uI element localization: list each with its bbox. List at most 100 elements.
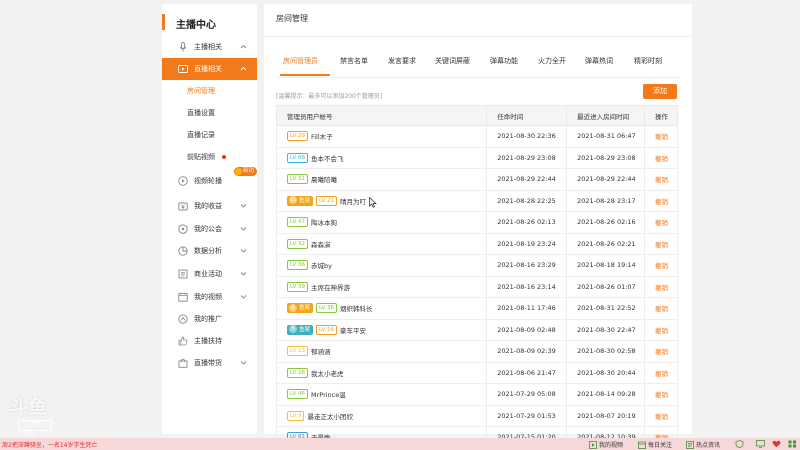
news-ticker[interactable]: 周2把深蹲骑坐，一名14岁学生死亡 bbox=[2, 440, 97, 449]
appointed-time: 2021-08-29 22:44 bbox=[486, 168, 568, 191]
table-row: LV 36 赤城by 2021-08-16 23:29 2021-08-18 19:1… bbox=[275, 254, 678, 277]
account-cell: 9 鱼尾 LV 36 烟织韩科长 bbox=[275, 297, 488, 320]
sidebar-item-label: 商业活动 bbox=[194, 270, 222, 278]
operation-cell: 撤销 bbox=[644, 254, 678, 277]
sidebar-title: 主播中心 bbox=[176, 20, 216, 31]
username: 森森演 bbox=[310, 240, 331, 249]
chevron-down-icon bbox=[240, 204, 247, 208]
hot-news-link[interactable]: 热点资讯 bbox=[686, 440, 720, 449]
grid-icon[interactable] bbox=[788, 440, 797, 448]
sidebar-item-anchor[interactable]: 主播相关 bbox=[162, 36, 257, 58]
account-cell: 11 鱼尾 LV 21 晴月为叮 bbox=[275, 189, 488, 212]
link-label: 每日关注 bbox=[648, 442, 673, 449]
last-enter-time: 2021-08-26 02:16 bbox=[566, 211, 646, 234]
table-row: LV 39 主席在神界游 2021-08-16 23:14 2021-08-26 01… bbox=[275, 275, 678, 298]
tab-speak-requirements[interactable]: 发言要求 bbox=[388, 56, 416, 76]
table-row: LV 32 森森演 2021-08-19 23:24 2021-08-26 02:21… bbox=[275, 232, 678, 255]
operation-cell: 撤销 bbox=[644, 168, 678, 191]
username: 鱼本不会飞 bbox=[310, 154, 344, 163]
level-badge: LV 9 bbox=[287, 410, 305, 421]
appointed-time: 2021-08-29 23:08 bbox=[486, 146, 568, 169]
tab-hot-words[interactable]: 弹幕热词 bbox=[585, 56, 613, 76]
revoke-link[interactable]: 撤销 bbox=[655, 198, 668, 206]
sidebar-sub-live-records[interactable]: 直播记录 bbox=[162, 124, 257, 146]
play-icon bbox=[589, 440, 597, 449]
sidebar-item-promotion[interactable]: 我的推广 bbox=[162, 308, 257, 330]
watermark-room-id: 17250 bbox=[18, 431, 38, 438]
table-row: 9 鱼尾 LV 36 烟织韩科长 2021-08-11 17:46 2021-08-31 … bbox=[275, 297, 678, 320]
sidebar-sub-live-settings[interactable]: 直播设置 bbox=[162, 102, 257, 124]
heart-icon[interactable] bbox=[772, 440, 781, 448]
sidebar-item-live-commerce[interactable]: 直播带货 bbox=[162, 352, 257, 374]
revoke-link[interactable]: 撤销 bbox=[655, 262, 668, 270]
tab-danmaku-function[interactable]: 弹幕功能 bbox=[490, 56, 518, 76]
sidebar-item-support[interactable]: 主播扶持 bbox=[162, 330, 257, 352]
shield-icon[interactable] bbox=[735, 440, 744, 448]
monitor-icon[interactable] bbox=[756, 440, 765, 448]
username: 赤城by bbox=[310, 262, 332, 271]
sidebar-item-guild[interactable]: 我的公会 bbox=[162, 218, 257, 240]
account-cell: LV 9 暴走正太小团欣 bbox=[275, 404, 488, 427]
carousel-icon bbox=[177, 176, 188, 187]
revoke-link[interactable]: 撤销 bbox=[655, 284, 668, 292]
sidebar-item-label: 我的公会 bbox=[194, 225, 222, 233]
tab-keyword-block[interactable]: 关键词屏蔽 bbox=[435, 56, 470, 76]
operation-cell: 撤销 bbox=[644, 383, 678, 406]
tab-full-fire[interactable]: 火力全开 bbox=[538, 56, 566, 76]
revoke-link[interactable]: 撤销 bbox=[655, 391, 668, 399]
fan-badge-label: 鱼尾 bbox=[299, 326, 311, 333]
last-enter-time: 2021-08-31 22:52 bbox=[566, 297, 646, 320]
sidebar-item-label: 主播相关 bbox=[194, 43, 222, 51]
revoke-link[interactable]: 撤销 bbox=[655, 327, 668, 335]
last-enter-time: 2021-08-30 22:47 bbox=[566, 318, 646, 341]
sidebar-item-income[interactable]: 我的收益 bbox=[162, 195, 257, 217]
level-badge: LV 21 bbox=[316, 195, 337, 206]
operation-cell: 撤销 bbox=[644, 404, 678, 427]
sidebar-sub-label: 房间管理 bbox=[187, 87, 215, 95]
sidebar-item-business[interactable]: 商业活动 bbox=[162, 263, 257, 285]
business-icon bbox=[177, 269, 188, 280]
level-badge: LV 46 bbox=[287, 389, 308, 400]
revoke-link[interactable]: 撤销 bbox=[655, 241, 668, 249]
revoke-link[interactable]: 撤销 bbox=[655, 370, 668, 378]
account-cell: LV 47 陶冰本狗 bbox=[275, 211, 488, 234]
revoke-link[interactable]: 撤销 bbox=[655, 219, 668, 227]
level-badge: LV 32 bbox=[287, 238, 308, 249]
sidebar-item-label: 数据分析 bbox=[194, 247, 222, 255]
last-enter-time: 2021-08-18 19:14 bbox=[566, 254, 646, 277]
sidebar-item-live[interactable]: 直播相关 bbox=[162, 58, 257, 80]
account-cell: LV 31 晨曦陪曦 bbox=[275, 168, 488, 191]
sidebar-item-data-analysis[interactable]: 数据分析 bbox=[162, 240, 257, 262]
appointed-time: 2021-08-09 02:48 bbox=[486, 318, 568, 341]
my-videos-link[interactable]: 我的视频 bbox=[589, 440, 623, 449]
appointed-time: 2021-07-29 01:53 bbox=[486, 404, 568, 427]
add-admin-button[interactable]: 添加 bbox=[643, 84, 677, 99]
sidebar-item-video-carousel[interactable]: 视频轮播 新功能 bbox=[162, 167, 257, 192]
revoke-link[interactable]: 撤销 bbox=[655, 305, 668, 313]
revoke-link[interactable]: 撤销 bbox=[655, 133, 668, 141]
level-badge: LV 68 bbox=[287, 152, 308, 163]
appointed-time: 2021-08-28 22:25 bbox=[486, 189, 568, 212]
revoke-link[interactable]: 撤销 bbox=[655, 413, 668, 421]
appointed-time: 2021-08-16 23:29 bbox=[486, 254, 568, 277]
guild-icon bbox=[177, 224, 188, 235]
tab-room-admins[interactable]: 房间管理员 bbox=[283, 56, 318, 76]
revoke-link[interactable]: 撤销 bbox=[655, 348, 668, 356]
revoke-link[interactable]: 撤销 bbox=[655, 155, 668, 163]
tab-highlights[interactable]: 精彩时刻 bbox=[634, 56, 662, 76]
last-enter-time: 2021-08-07 20:19 bbox=[566, 404, 646, 427]
daily-follow-link[interactable]: 每日关注 bbox=[638, 440, 672, 449]
column-header-operation: 操作 bbox=[644, 105, 678, 126]
sidebar-item-label: 我的视频 bbox=[194, 293, 222, 301]
appointed-time: 2021-08-26 02:13 bbox=[486, 211, 568, 234]
mouse-cursor-icon bbox=[369, 197, 377, 208]
sidebar-item-my-videos[interactable]: 我的视频 bbox=[162, 286, 257, 308]
last-enter-time: 2021-08-26 02:21 bbox=[566, 232, 646, 255]
sidebar-sub-room-manage[interactable]: 房间管理 bbox=[162, 80, 257, 102]
appointed-time: 2021-08-11 17:46 bbox=[486, 297, 568, 320]
sidebar-sub-pre-video[interactable]: 前贴视频 bbox=[162, 146, 257, 168]
news-icon bbox=[686, 440, 694, 449]
revoke-link[interactable]: 撤销 bbox=[655, 176, 668, 184]
tab-mute-list[interactable]: 禁言名单 bbox=[340, 56, 368, 76]
shopping-bag-icon bbox=[177, 358, 188, 369]
